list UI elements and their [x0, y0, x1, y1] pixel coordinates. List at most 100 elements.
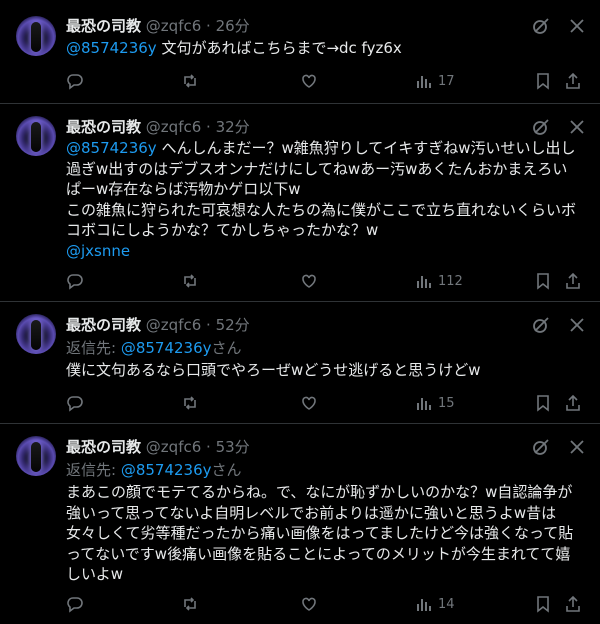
more-icon[interactable] — [568, 316, 586, 334]
share-button[interactable] — [564, 393, 582, 413]
mention-link[interactable]: @8574236y — [66, 39, 157, 57]
reply-icon — [66, 394, 84, 412]
views-count: 17 — [438, 73, 455, 89]
display-name[interactable]: 最恐の司教 — [66, 118, 141, 136]
retweet-icon — [181, 394, 199, 412]
tweet-text-content: 文句があればこちらまで→dc fyz6x — [156, 39, 402, 57]
views-count: 112 — [438, 273, 463, 289]
like-icon — [300, 394, 318, 412]
bookmark-button[interactable] — [534, 594, 552, 614]
like-icon — [300, 72, 318, 90]
bookmark-button[interactable] — [534, 71, 552, 91]
tweet[interactable]: 最恐の司教 @zqfc6 · 53分 返信先: @8574236yさん まあこの… — [0, 424, 600, 624]
share-button[interactable] — [564, 71, 582, 91]
tweet[interactable]: 最恐の司教 @zqfc6 · 32分 @8574236y へんしんまだー？w雑魚… — [0, 104, 600, 302]
reply-icon — [66, 595, 84, 613]
tweet-text: @8574236y へんしんまだー？w雑魚狩りしてイキすぎねw汚いせいし出し過ぎ… — [66, 138, 580, 261]
tweet-top-icons — [532, 437, 586, 457]
tweet[interactable]: 最恐の司教 @zqfc6 · 26分 @8574236y 文句があればこちらまで… — [0, 0, 600, 104]
avatar[interactable] — [16, 16, 56, 56]
like-button[interactable] — [300, 71, 318, 91]
like-button[interactable] — [300, 393, 318, 413]
like-button[interactable] — [300, 271, 318, 291]
display-name[interactable]: 最恐の司教 — [66, 17, 141, 35]
retweet-button[interactable] — [181, 393, 199, 413]
views-count: 14 — [438, 596, 455, 612]
avatar[interactable] — [16, 314, 56, 354]
handle-time[interactable]: @zqfc6 · 32分 — [146, 118, 250, 136]
bookmark-button[interactable] — [534, 393, 552, 413]
display-name[interactable]: 最恐の司教 — [66, 316, 141, 334]
share-icon — [564, 595, 582, 613]
retweet-button[interactable] — [181, 271, 199, 291]
more-icon[interactable] — [568, 118, 586, 136]
tweet-text: @8574236y 文句があればこちらまで→dc fyz6x — [66, 38, 580, 59]
tweet-top-icons — [532, 16, 586, 36]
tweet-actions: 112 — [66, 271, 586, 291]
share-icon — [564, 394, 582, 412]
views-button[interactable]: 112 — [416, 271, 463, 291]
tweet-text: まあこの顔でモテてるからね。で、なにが恥ずかしいのかな？w自認論争が強いって思っ… — [66, 482, 580, 585]
reply-button[interactable] — [66, 71, 84, 91]
views-count: 15 — [438, 395, 455, 411]
reply-to-label: 返信先: — [66, 461, 121, 479]
mention-link[interactable]: @8574236y — [66, 139, 157, 157]
display-name[interactable]: 最恐の司教 — [66, 438, 141, 456]
bookmark-button[interactable] — [534, 271, 552, 291]
grok-icon[interactable] — [532, 438, 550, 456]
views-button[interactable]: 14 — [416, 594, 455, 614]
retweet-button[interactable] — [181, 71, 199, 91]
tweet-actions: 15 — [66, 393, 586, 413]
tweet-actions: 17 — [66, 71, 586, 91]
tweet[interactable]: 最恐の司教 @zqfc6 · 52分 返信先: @8574236yさん 僕に文句… — [0, 302, 600, 424]
share-button[interactable] — [564, 594, 582, 614]
retweet-icon — [181, 272, 199, 290]
views-icon — [416, 73, 432, 89]
grok-icon[interactable] — [532, 17, 550, 35]
like-button[interactable] — [300, 594, 318, 614]
reply-to-line: 返信先: @8574236yさん — [66, 460, 242, 480]
reply-icon — [66, 72, 84, 90]
reply-button[interactable] — [66, 271, 84, 291]
more-icon[interactable] — [568, 438, 586, 456]
reply-button[interactable] — [66, 594, 84, 614]
like-icon — [300, 272, 318, 290]
more-icon[interactable] — [568, 17, 586, 35]
tweet-header: 最恐の司教 @zqfc6 · 52分 — [66, 315, 250, 335]
retweet-icon — [181, 72, 199, 90]
tweet-text-content: 僕に文句あるなら口頭でやろーぜwどうせ逃げると思うけどw — [66, 361, 481, 379]
reply-icon — [66, 272, 84, 290]
bookmark-icon — [534, 72, 552, 90]
retweet-icon — [181, 595, 199, 613]
reply-to-line: 返信先: @8574236yさん — [66, 338, 242, 358]
views-button[interactable]: 15 — [416, 393, 455, 413]
share-button[interactable] — [564, 271, 582, 291]
bookmark-icon — [534, 595, 552, 613]
share-icon — [564, 272, 582, 290]
grok-icon[interactable] — [532, 118, 550, 136]
retweet-button[interactable] — [181, 594, 199, 614]
handle-time[interactable]: @zqfc6 · 52分 — [146, 316, 250, 334]
reply-button[interactable] — [66, 393, 84, 413]
reply-to-handle[interactable]: @8574236y — [121, 339, 212, 357]
tweet-text-content: まあこの顔でモテてるからね。で、なにが恥ずかしいのかな？w自認論争が強いって思っ… — [66, 483, 574, 583]
reply-to-suffix: さん — [211, 461, 242, 479]
tweet-top-icons — [532, 117, 586, 137]
handle-time[interactable]: @zqfc6 · 26分 — [146, 17, 250, 35]
grok-icon[interactable] — [532, 316, 550, 334]
views-icon — [416, 596, 432, 612]
mention-link[interactable]: @jxsnne — [66, 242, 130, 260]
reply-to-suffix: さん — [211, 339, 242, 357]
tweet-header: 最恐の司教 @zqfc6 · 26分 — [66, 16, 250, 36]
bookmark-icon — [534, 272, 552, 290]
share-icon — [564, 72, 582, 90]
bookmark-icon — [534, 394, 552, 412]
reply-to-handle[interactable]: @8574236y — [121, 461, 212, 479]
avatar[interactable] — [16, 116, 56, 156]
tweet-text: 僕に文句あるなら口頭でやろーぜwどうせ逃げると思うけどw — [66, 360, 580, 381]
views-icon — [416, 395, 432, 411]
handle-time[interactable]: @zqfc6 · 53分 — [146, 438, 250, 456]
avatar[interactable] — [16, 436, 56, 476]
views-button[interactable]: 17 — [416, 71, 455, 91]
timeline: 最恐の司教 @zqfc6 · 26分 @8574236y 文句があればこちらまで… — [0, 0, 600, 624]
